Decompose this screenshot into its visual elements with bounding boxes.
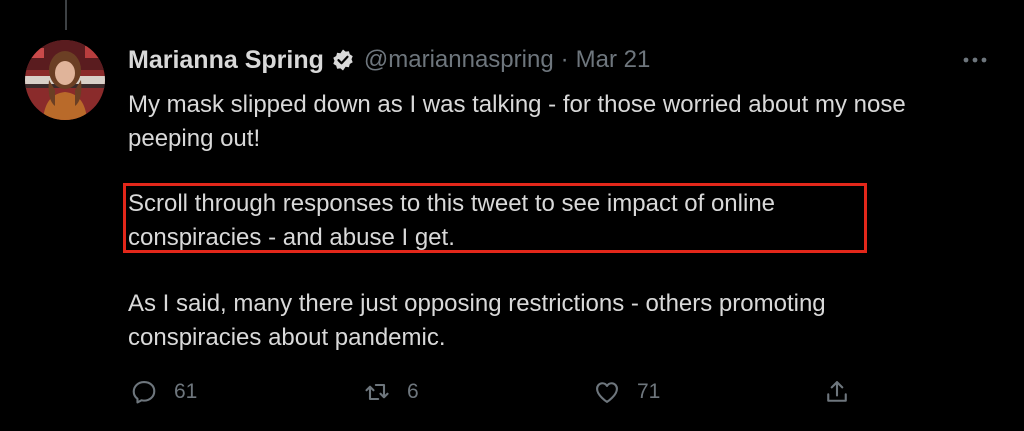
like-button[interactable]: 71 <box>593 370 660 414</box>
tweet-paragraph-3: As I said, many there just opposing rest… <box>128 287 826 355</box>
share-icon <box>827 381 847 402</box>
reply-icon <box>132 381 156 404</box>
share-button[interactable] <box>823 370 851 414</box>
tweet-paragraph-1: My mask slipped down as I was talking - … <box>128 88 906 156</box>
avatar-image <box>25 40 105 120</box>
tweet-actions: 61 6 71 <box>0 370 1024 414</box>
tweet-line: As I said, many there just opposing rest… <box>128 290 826 317</box>
tweet-date[interactable]: Mar 21 <box>576 46 651 74</box>
verified-badge-icon <box>331 48 355 72</box>
thread-connector-line <box>65 0 67 30</box>
tweet-line: conspiracies about pandemic. <box>128 324 446 351</box>
retweet-icon <box>365 383 389 401</box>
header-separator: · <box>560 46 569 73</box>
tweet-line: My mask slipped down as I was talking - … <box>128 91 906 118</box>
retweet-count: 6 <box>407 380 419 403</box>
reply-button[interactable]: 61 <box>130 370 197 414</box>
like-count: 71 <box>637 380 661 403</box>
author-name[interactable]: Marianna Spring <box>128 46 324 75</box>
avatar[interactable] <box>25 40 105 120</box>
tweet-line: peeping out! <box>128 125 261 152</box>
heart-icon <box>596 382 618 403</box>
reply-count: 61 <box>174 380 198 403</box>
author-handle[interactable]: @mariannaspring <box>364 46 554 74</box>
tweet-header: Marianna Spring @mariannaspring · Mar 21 <box>128 43 650 77</box>
highlight-box <box>123 183 867 253</box>
retweet-button[interactable]: 6 <box>363 370 419 414</box>
more-horizontal-icon[interactable] <box>958 48 992 72</box>
